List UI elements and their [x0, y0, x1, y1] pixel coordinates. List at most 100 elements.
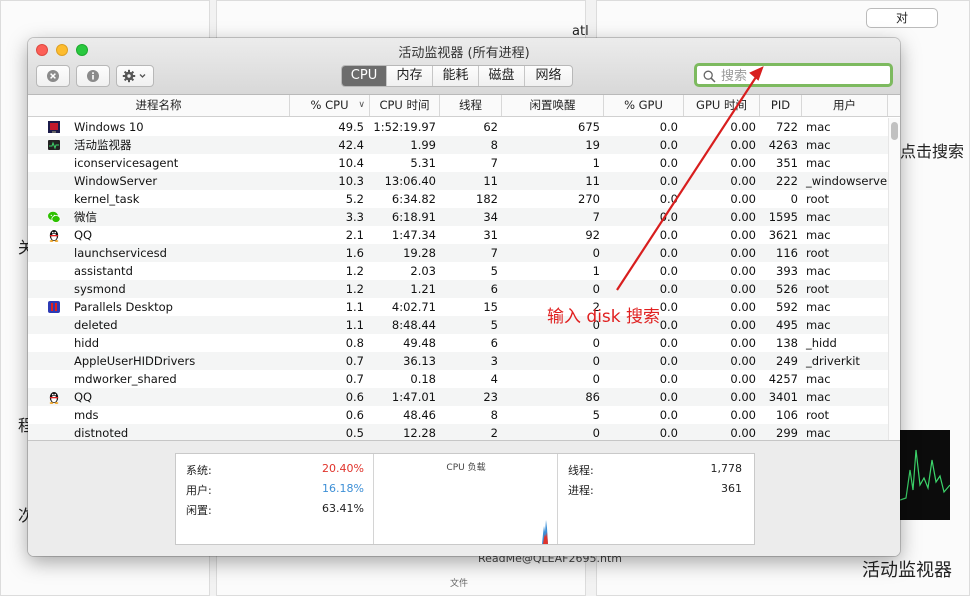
table-row[interactable]: assistantd 1.2 2.03 5 1 0.0 0.00 393 mac: [28, 262, 888, 280]
cell-gpu-time: 0.00: [730, 426, 756, 440]
table-row[interactable]: mdworker_shared 0.7 0.18 4 0 0.0 0.00 4257 mac: [28, 370, 888, 388]
cell-idle-wakeups: 0: [592, 336, 600, 350]
cell-threads: 2: [490, 426, 498, 440]
cell-user: mac: [806, 138, 831, 152]
cell-pid: 4257: [768, 372, 798, 386]
table-row[interactable]: Windows 10 49.5 1:52:19.97 62 675 0.0 0.00 722 m…: [28, 118, 888, 136]
inspect-process-button[interactable]: [76, 65, 110, 87]
cell-threads: 5: [490, 264, 498, 278]
system-value: 20.40%: [322, 462, 364, 475]
cell-pid: 0: [790, 192, 798, 206]
cell-cpu-time: 36.13: [403, 354, 436, 368]
cell-gpu-time: 0.00: [730, 282, 756, 296]
table-row[interactable]: mds 0.6 48.46 8 5 0.0 0.00 106 root: [28, 406, 888, 424]
cell-user: mac: [806, 228, 831, 242]
scrollbar-thumb[interactable]: [891, 122, 898, 140]
cell-gpu-time: 0.00: [730, 408, 756, 422]
cell-user: root: [806, 408, 830, 422]
cell-gpu-percent: 0.0: [659, 372, 678, 386]
cell-threads: 7: [490, 246, 498, 260]
cell-pid: 116: [776, 246, 798, 260]
column-header-cpu-time[interactable]: CPU 时间: [370, 95, 440, 116]
cell-idle-wakeups: 19: [585, 138, 600, 152]
cell-process-name: QQ: [74, 228, 93, 242]
cell-gpu-percent: 0.0: [659, 156, 678, 170]
search-field[interactable]: [694, 63, 893, 87]
cell-process-name: WindowServer: [74, 174, 158, 188]
qq-penguin-icon: [49, 392, 59, 404]
cell-user: _hidd: [806, 336, 837, 350]
search-input[interactable]: [721, 67, 881, 85]
cell-threads: 6: [490, 336, 498, 350]
cell-user: mac: [806, 264, 831, 278]
table-row[interactable]: AppleUserHIDDrivers 0.7 36.13 3 0 0.0 0.00 249 _…: [28, 352, 888, 370]
table-row[interactable]: iconservicesagent 10.4 5.31 7 1 0.0 0.00 351 mac: [28, 154, 888, 172]
table-row[interactable]: WindowServer 10.3 13:06.40 11 11 0.0 0.00 222 _w…: [28, 172, 888, 190]
cell-user: mac: [806, 426, 831, 440]
cell-gpu-time: 0.00: [730, 228, 756, 242]
parallels-windows-icon: [48, 121, 60, 133]
cell-idle-wakeups: 86: [585, 390, 600, 404]
cell-cpu-time: 1.99: [410, 138, 436, 152]
cell-pid: 393: [776, 264, 798, 278]
column-header-gpu-percent[interactable]: % GPU: [604, 95, 684, 116]
threads-value: 1,778: [710, 462, 743, 475]
tab-1[interactable]: 内存: [386, 66, 432, 86]
cell-cpu-time: 48.46: [403, 408, 436, 422]
cell-idle-wakeups: 0: [592, 354, 600, 368]
action-menu-button[interactable]: [116, 65, 154, 87]
background-text-top: atl: [572, 24, 589, 39]
cell-gpu-time: 0.00: [730, 300, 756, 314]
column-header-gpu-time[interactable]: GPU 时间: [684, 95, 760, 116]
cell-threads: 7: [490, 156, 498, 170]
table-row[interactable]: 活动监视器 42.4 1.99 8 19 0.0 0.00 4263 mac: [28, 136, 888, 154]
table-row[interactable]: kernel_task 5.2 6:34.82 182 270 0.0 0.00 0 root: [28, 190, 888, 208]
table-row[interactable]: QQ 0.6 1:47.01 23 86 0.0 0.00 3401 mac: [28, 388, 888, 406]
table-row[interactable]: launchservicesd 1.6 19.28 7 0 0.0 0.00 116 root: [28, 244, 888, 262]
cell-cpu-percent: 0.8: [345, 336, 364, 350]
background-button[interactable]: 对: [866, 8, 938, 28]
tab-0[interactable]: CPU: [342, 66, 386, 86]
vertical-scrollbar[interactable]: [888, 118, 900, 440]
table-row[interactable]: distnoted 0.5 12.28 2 0 0.0 0.00 299 mac: [28, 424, 888, 440]
cell-threads: 62: [483, 120, 498, 134]
processes-value: 361: [721, 482, 742, 495]
table-row[interactable]: QQ 2.1 1:47.34 31 92 0.0 0.00 3621 mac: [28, 226, 888, 244]
column-header-user[interactable]: 用户: [802, 95, 888, 116]
table-row[interactable]: 微信 3.3 6:18.91 34 7 0.0 0.00 1595 mac: [28, 208, 888, 226]
tab-4[interactable]: 网络: [524, 66, 572, 86]
cell-pid: 138: [776, 336, 798, 350]
cell-idle-wakeups: 92: [585, 228, 600, 242]
cell-threads: 8: [490, 408, 498, 422]
cell-cpu-percent: 3.3: [345, 210, 364, 224]
activity-monitor-icon: [48, 140, 60, 150]
cell-gpu-percent: 0.0: [659, 138, 678, 152]
cell-gpu-percent: 0.0: [659, 354, 678, 368]
table-row[interactable]: Parallels Desktop 1.1 4:02.71 15 2 0.0 0.00 592…: [28, 298, 888, 316]
quit-process-button[interactable]: [36, 65, 70, 87]
column-header-pid[interactable]: PID: [760, 95, 802, 116]
cell-threads: 23: [483, 390, 498, 404]
table-row[interactable]: hidd 0.8 49.48 6 0 0.0 0.00 138 _hidd: [28, 334, 888, 352]
cpu-load-title: CPU 负载: [446, 463, 486, 473]
summary-divider-right: [557, 454, 558, 544]
cell-pid: 1595: [768, 210, 798, 224]
column-header-idle-wakeups[interactable]: 闲置唤醒: [502, 95, 604, 116]
tab-2[interactable]: 能耗: [432, 66, 478, 86]
cell-gpu-time: 0.00: [730, 264, 756, 278]
column-header-process-name[interactable]: 进程名称: [28, 95, 290, 116]
tab-3[interactable]: 磁盘: [478, 66, 524, 86]
cell-cpu-time: 1:47.34: [391, 228, 436, 242]
column-header-cpu-percent[interactable]: % CPU ∨: [290, 95, 370, 116]
cell-process-name: 微信: [74, 210, 97, 224]
table-row[interactable]: deleted 1.1 8:48.44 5 0 0.0 0.00 495 mac: [28, 316, 888, 334]
cell-idle-wakeups: 7: [592, 210, 600, 224]
cell-cpu-percent: 0.6: [345, 408, 364, 422]
table-row[interactable]: sysmond 1.2 1.21 6 0 0.0 0.00 526 root: [28, 280, 888, 298]
cell-gpu-percent: 0.0: [659, 264, 678, 278]
system-label: 系统:: [186, 464, 212, 477]
cell-gpu-time: 0.00: [730, 156, 756, 170]
cell-gpu-percent: 0.0: [659, 336, 678, 350]
activity-monitor-window: 活动监视器 (所有进程) CPU 内存 能耗 磁盘 网络 搜索 进程名称 % C…: [28, 38, 900, 556]
column-header-threads[interactable]: 线程: [440, 95, 502, 116]
